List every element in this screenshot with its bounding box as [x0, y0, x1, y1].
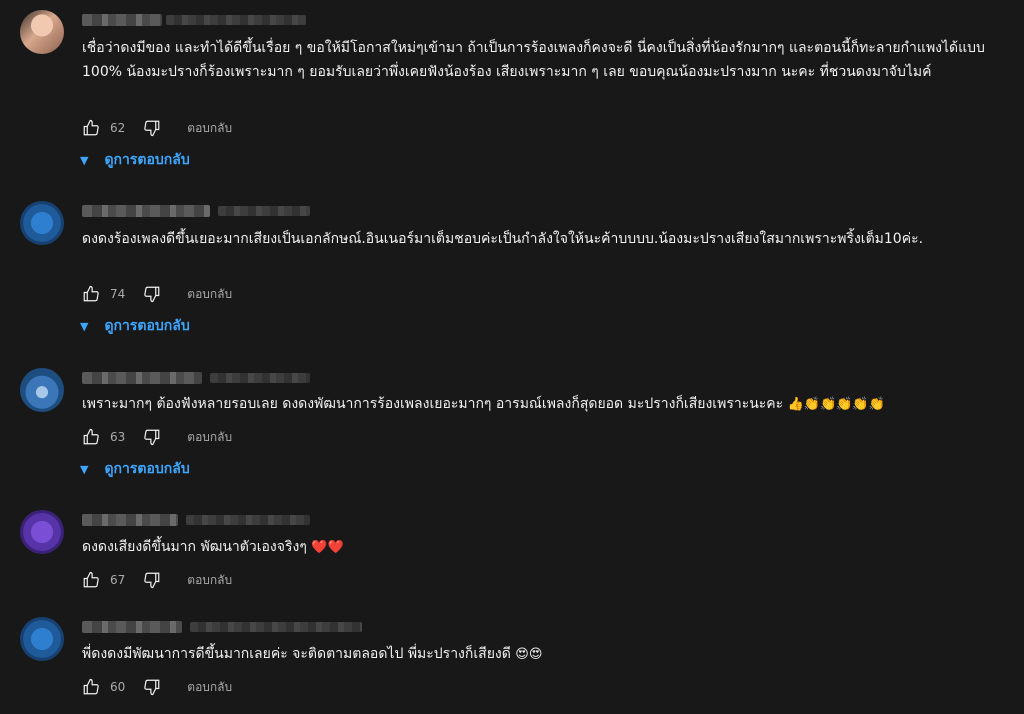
- timestamp-blurred: [190, 622, 362, 632]
- comment-actions: 63 ตอบกลับ: [82, 427, 232, 447]
- emoji-reactions: 👍👏👏👏👏👏: [787, 397, 885, 412]
- view-replies-button[interactable]: ▼ ดูการตอบกลับ: [80, 459, 190, 479]
- author-name-blurred[interactable]: [82, 621, 182, 633]
- thumbs-down-icon[interactable]: [143, 678, 161, 696]
- avatar[interactable]: [20, 617, 64, 661]
- caret-down-icon: ▼: [80, 462, 89, 476]
- view-replies-button[interactable]: ▼ ดูการตอบกลับ: [80, 150, 190, 170]
- comment-actions: 60 ตอบกลับ: [82, 677, 232, 697]
- comment-body: พี่ดงดงมีพัฒนาการดีขึ้นมากเลยค่ะ จะติดตา…: [82, 646, 511, 662]
- view-replies-label: ดูการตอบกลับ: [104, 318, 190, 334]
- thumbs-up-icon[interactable]: [82, 678, 100, 696]
- avatar[interactable]: [20, 201, 64, 245]
- thumbs-down-icon[interactable]: [143, 571, 161, 589]
- reply-button[interactable]: ตอบกลับ: [187, 428, 232, 447]
- like-count: 60: [110, 680, 126, 694]
- comment-actions: 74 ตอบกลับ: [82, 284, 232, 304]
- thumbs-down-icon[interactable]: [143, 285, 161, 303]
- like-count: 74: [110, 287, 126, 301]
- reply-button[interactable]: ตอบกลับ: [187, 678, 232, 697]
- emoji-reactions: 😍😍: [515, 647, 543, 662]
- like-count: 63: [110, 430, 126, 444]
- thumbs-up-icon[interactable]: [82, 119, 100, 137]
- emoji-reactions: ❤️❤️: [311, 540, 344, 555]
- thumbs-down-icon[interactable]: [143, 428, 161, 446]
- caret-down-icon: ▼: [80, 153, 89, 167]
- timestamp-blurred: [218, 206, 310, 216]
- timestamp-blurred: [210, 373, 310, 383]
- thumbs-down-icon[interactable]: [143, 119, 161, 137]
- avatar[interactable]: [20, 368, 64, 412]
- thumbs-up-icon[interactable]: [82, 428, 100, 446]
- avatar[interactable]: [20, 510, 64, 554]
- timestamp-blurred: [186, 515, 310, 525]
- comment-actions: 67 ตอบกลับ: [82, 570, 232, 590]
- reply-button[interactable]: ตอบกลับ: [187, 285, 232, 304]
- like-count: 67: [110, 573, 126, 587]
- author-name-blurred[interactable]: [82, 14, 162, 26]
- thumbs-up-icon[interactable]: [82, 571, 100, 589]
- comment-body: เพราะมากๆ ต้องฟังหลายรอบเลย ดงดงพัฒนาการ…: [82, 396, 784, 412]
- like-count: 62: [110, 121, 126, 135]
- comment-text: เชื่อว่าดงมีของ และทำได้ดีขึ้นเรื่อย ๆ ข…: [82, 40, 985, 80]
- comment-actions: 62 ตอบกลับ: [82, 118, 232, 138]
- thumbs-up-icon[interactable]: [82, 285, 100, 303]
- reply-button[interactable]: ตอบกลับ: [187, 571, 232, 590]
- view-replies-button[interactable]: ▼ ดูการตอบกลับ: [80, 316, 190, 336]
- reply-button[interactable]: ตอบกลับ: [187, 119, 232, 138]
- comment-text: ดงดงร้องเพลงดีขึ้นเยอะมากเสียงเป็นเอกลัก…: [82, 231, 924, 247]
- avatar[interactable]: [20, 10, 64, 54]
- view-replies-label: ดูการตอบกลับ: [104, 461, 190, 477]
- caret-down-icon: ▼: [80, 319, 89, 333]
- timestamp-blurred: [166, 15, 306, 25]
- comment-text: พี่ดงดงมีพัฒนาการดีขึ้นมากเลยค่ะ จะติดตา…: [82, 642, 992, 667]
- author-name-blurred[interactable]: [82, 205, 210, 217]
- view-replies-label: ดูการตอบกลับ: [104, 152, 190, 168]
- comment-text: เพราะมากๆ ต้องฟังหลายรอบเลย ดงดงพัฒนาการ…: [82, 392, 992, 417]
- author-name-blurred[interactable]: [82, 372, 202, 384]
- comment-text: ดงดงเสียงดีขึ้นมาก พัฒนาตัวเองจริงๆ ❤️❤️: [82, 535, 992, 560]
- author-name-blurred[interactable]: [82, 514, 178, 526]
- comment-body: ดงดงเสียงดีขึ้นมาก พัฒนาตัวเองจริงๆ: [82, 539, 307, 555]
